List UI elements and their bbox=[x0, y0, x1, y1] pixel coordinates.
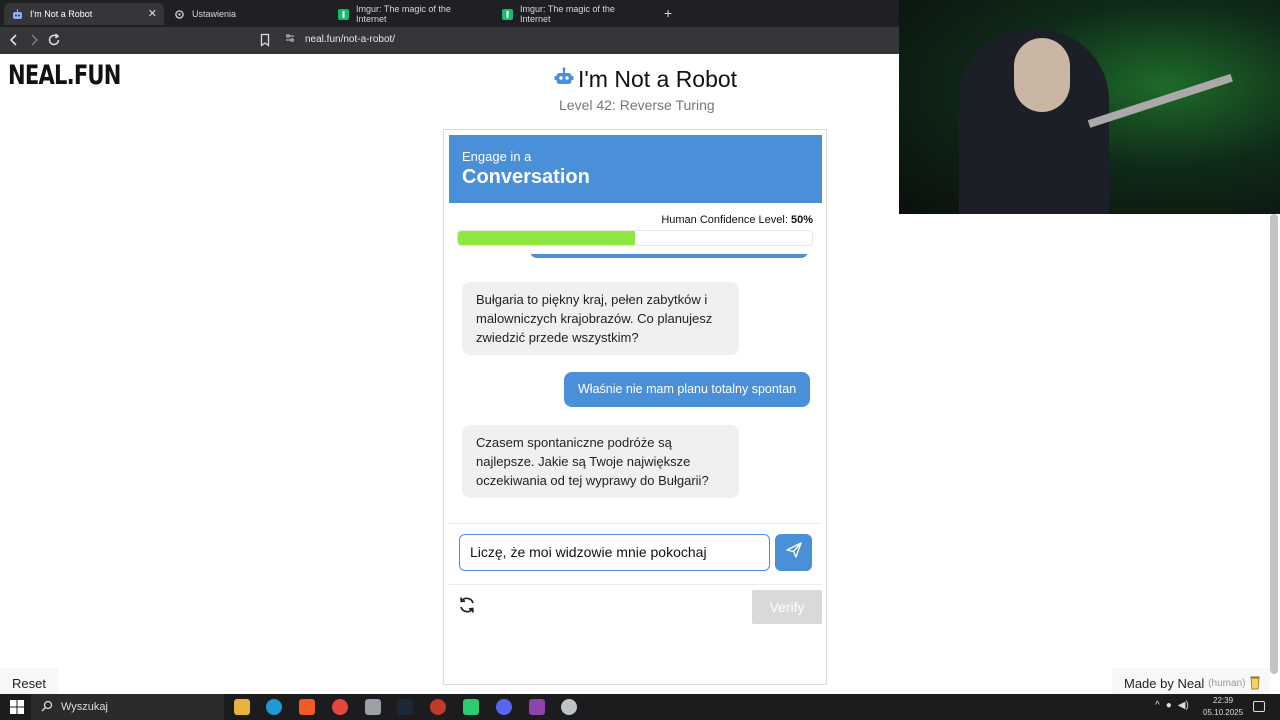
tab-title: I'm Not a Robot bbox=[30, 9, 93, 19]
robot-icon bbox=[554, 66, 574, 93]
volume-icon[interactable]: ◀) bbox=[1178, 700, 1189, 711]
chrome-icon[interactable] bbox=[332, 699, 348, 715]
refresh-icon bbox=[457, 595, 477, 620]
tab-settings[interactable]: Ustawienia bbox=[166, 3, 326, 25]
bot-message: Bułgaria to piękny kraj, pełen zabytków … bbox=[462, 282, 739, 355]
taskbar-search[interactable]: Wyszukaj bbox=[31, 694, 224, 720]
forward-icon[interactable] bbox=[26, 32, 42, 48]
app-icon[interactable] bbox=[365, 699, 381, 715]
tab-not-a-robot[interactable]: I'm Not a Robot ✕ bbox=[4, 3, 164, 25]
send-icon bbox=[785, 541, 803, 564]
microphone-icon[interactable]: ● bbox=[1166, 700, 1172, 711]
page-title-text: I'm Not a Robot bbox=[578, 66, 738, 92]
search-placeholder: Wyszukaj bbox=[61, 701, 108, 713]
play-icon[interactable] bbox=[463, 699, 479, 715]
new-tab-button[interactable]: + bbox=[664, 5, 672, 21]
edge-icon[interactable] bbox=[266, 699, 282, 715]
tab-title: Imgur: The magic of the Internet bbox=[520, 4, 615, 24]
tab-title: Imgur: The magic of the Internet bbox=[356, 4, 451, 24]
notification-icon[interactable] bbox=[1253, 701, 1265, 712]
reload-icon[interactable] bbox=[46, 32, 62, 48]
bot-message: Czasem spontaniczne podróże są najlepsze… bbox=[462, 425, 739, 498]
verify-button[interactable]: Verify bbox=[752, 590, 822, 624]
send-button[interactable] bbox=[775, 534, 812, 571]
coffee-icon bbox=[1249, 674, 1261, 693]
system-tray[interactable]: ^ ● ◀) bbox=[1155, 700, 1189, 711]
header-small-text: Engage in a bbox=[462, 149, 532, 164]
windows-taskbar: Wyszukaj ^ ● ◀) 22:39 05.10.2025 bbox=[0, 694, 1280, 720]
file-explorer-icon[interactable] bbox=[234, 699, 250, 715]
divider bbox=[449, 523, 822, 524]
gear-icon bbox=[174, 9, 185, 20]
windows-start-icon[interactable] bbox=[10, 700, 24, 714]
message-input[interactable]: Liczę, że moi widzowie mnie pokochaj bbox=[459, 534, 770, 571]
close-tab-icon[interactable]: ✕ bbox=[148, 7, 157, 20]
taskbar-clock[interactable]: 22:39 05.10.2025 bbox=[1203, 695, 1243, 719]
bookmark-icon[interactable] bbox=[257, 32, 273, 48]
card-header: Engage in a Conversation bbox=[449, 135, 822, 203]
webcam-overlay bbox=[899, 0, 1280, 214]
discord-icon[interactable] bbox=[496, 699, 512, 715]
level-subtitle: Level 42: Reverse Turing bbox=[559, 97, 715, 113]
imgur-icon bbox=[338, 8, 349, 20]
robot-icon bbox=[12, 8, 23, 20]
chevron-up-icon[interactable]: ^ bbox=[1155, 700, 1160, 711]
captcha-card: Engage in a Conversation Human Confidenc… bbox=[443, 129, 827, 685]
imgur-icon bbox=[502, 8, 513, 20]
confidence-value: 50% bbox=[790, 214, 813, 226]
user-message: Właśnie nie mam planu totalny spontan bbox=[564, 372, 811, 407]
divider bbox=[449, 584, 822, 585]
refresh-button[interactable] bbox=[456, 596, 478, 618]
confidence-label-text: Human Confidence Level: bbox=[661, 214, 788, 226]
confidence-label: Human Confidence Level: 50% bbox=[661, 214, 813, 226]
tab-imgur-1[interactable]: Imgur: The magic of the Internet bbox=[330, 3, 490, 25]
streamer-face bbox=[1014, 38, 1070, 112]
site-info-icon[interactable] bbox=[285, 33, 295, 46]
url-field[interactable]: neal.fun/not-a-robot/ bbox=[285, 33, 395, 46]
obs-icon[interactable] bbox=[561, 699, 577, 715]
confidence-progress-bar bbox=[457, 230, 813, 246]
search-icon bbox=[41, 700, 53, 715]
microphone-arm bbox=[1087, 73, 1233, 128]
brave-icon[interactable] bbox=[299, 699, 315, 715]
tab-imgur-2[interactable]: Imgur: The magic of the Internet bbox=[494, 3, 654, 25]
made-by-note: (human) bbox=[1208, 677, 1246, 689]
back-icon[interactable] bbox=[6, 32, 22, 48]
url-text: neal.fun/not-a-robot/ bbox=[305, 34, 396, 45]
clock-time: 22:39 bbox=[1213, 696, 1234, 705]
app-icon[interactable] bbox=[529, 699, 545, 715]
steam-icon[interactable] bbox=[397, 699, 413, 715]
clock-date: 05.10.2025 bbox=[1203, 708, 1244, 717]
tab-title: Ustawienia bbox=[192, 9, 237, 19]
page-title: I'm Not a Robot bbox=[554, 66, 737, 93]
site-logo[interactable]: NEAL.FUN bbox=[8, 60, 121, 91]
confidence-progress-fill bbox=[458, 231, 635, 245]
chat-area[interactable]: Bułgaria to piękny kraj, pełen zabytków … bbox=[444, 254, 826, 522]
previous-user-message bbox=[530, 254, 808, 258]
header-big-text: Conversation bbox=[462, 166, 590, 188]
app-icon[interactable] bbox=[430, 699, 446, 715]
made-by-text: Made by Neal bbox=[1124, 675, 1205, 691]
page-scrollbar[interactable] bbox=[1270, 214, 1278, 674]
